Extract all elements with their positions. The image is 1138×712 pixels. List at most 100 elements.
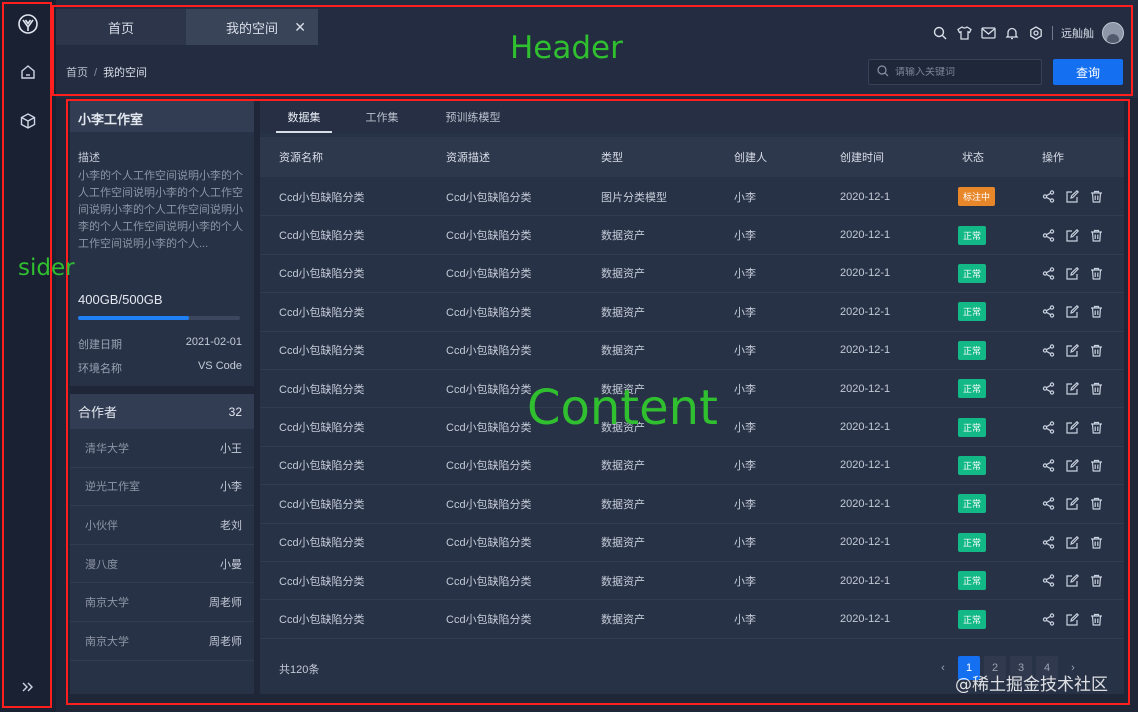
user-name[interactable]: 远舢舢 xyxy=(1061,25,1094,41)
search-icon[interactable] xyxy=(932,25,948,41)
search-input[interactable] xyxy=(895,66,1035,78)
home-icon[interactable] xyxy=(14,58,42,86)
share-icon[interactable] xyxy=(1041,535,1056,550)
tab-dataset[interactable]: 数据集 xyxy=(276,101,332,133)
delete-icon[interactable] xyxy=(1089,612,1104,627)
collaborator-row[interactable]: 漫八度 小曼 xyxy=(70,545,254,584)
table-row[interactable]: Ccd小包缺陷分类 Ccd小包缺陷分类 数据资产 小李 2020-12-1 正常 xyxy=(260,293,1124,332)
pagination-prev[interactable]: ‹ xyxy=(932,656,954,680)
double-chevron-right-icon[interactable] xyxy=(14,673,42,701)
studio-description: 小李的个人工作空间说明小李的个人工作空间说明小李的个人工作空间说明小李的个人工作… xyxy=(78,170,243,250)
edit-icon[interactable] xyxy=(1065,343,1080,358)
studio-title: 小李工作室 xyxy=(70,101,254,132)
logo-icon[interactable] xyxy=(14,10,42,38)
delete-icon[interactable] xyxy=(1089,381,1104,396)
table-row[interactable]: Ccd小包缺陷分类 Ccd小包缺陷分类 数据资产 小李 2020-12-1 正常 xyxy=(260,562,1124,601)
breadcrumb-home[interactable]: 首页 xyxy=(66,67,88,79)
breadcrumb-separator: / xyxy=(94,67,98,79)
collaborator-row[interactable]: 逆光工作室 小李 xyxy=(70,468,254,507)
share-icon[interactable] xyxy=(1041,266,1056,281)
table-cell-desc: Ccd小包缺陷分类 xyxy=(446,537,532,550)
delete-icon[interactable] xyxy=(1089,343,1104,358)
share-icon[interactable] xyxy=(1041,381,1056,396)
collaborator-row[interactable]: 南京大学 周老师 xyxy=(70,583,254,622)
tab-label: 首页 xyxy=(107,20,134,36)
edit-icon[interactable] xyxy=(1065,189,1080,204)
share-icon[interactable] xyxy=(1041,420,1056,435)
edit-icon[interactable] xyxy=(1065,228,1080,243)
status-badge: 正常 xyxy=(958,225,987,245)
table-row[interactable]: Ccd小包缺陷分类 Ccd小包缺陷分类 数据资产 小李 2020-12-1 正常 xyxy=(260,485,1124,524)
table-row[interactable]: Ccd小包缺陷分类 Ccd小包缺陷分类 数据资产 小李 2020-12-1 正常 xyxy=(260,332,1124,370)
edit-icon[interactable] xyxy=(1065,381,1080,396)
delete-icon[interactable] xyxy=(1089,266,1104,281)
edit-icon[interactable] xyxy=(1065,420,1080,435)
delete-icon[interactable] xyxy=(1089,420,1104,435)
avatar[interactable] xyxy=(1102,22,1124,44)
tab-home[interactable]: 首页 xyxy=(56,9,186,45)
edit-icon[interactable] xyxy=(1065,304,1080,319)
status-badge: 正常 xyxy=(958,379,987,399)
column-header[interactable]: 操作 xyxy=(1042,137,1064,177)
column-header[interactable]: 资源描述 xyxy=(446,137,490,177)
header-toolbar: 远舢舢 xyxy=(932,21,1124,45)
status-cell: 标注中 xyxy=(958,178,996,215)
share-icon[interactable] xyxy=(1041,343,1056,358)
share-icon[interactable] xyxy=(1041,612,1056,627)
tab-my-space[interactable]: 我的空间 ✕ xyxy=(186,9,318,45)
collaborator-org: 南京大学 xyxy=(85,597,129,610)
delete-icon[interactable] xyxy=(1089,535,1104,550)
table-cell-name: Ccd小包缺陷分类 xyxy=(279,498,365,511)
table-row[interactable]: Ccd小包缺陷分类 Ccd小包缺陷分类 图片分类模型 小李 2020-12-1 标注中 xyxy=(260,178,1124,217)
column-header[interactable]: 创建人 xyxy=(734,137,767,177)
status-badge: 正常 xyxy=(958,455,987,475)
column-header[interactable]: 创建时间 xyxy=(840,137,884,177)
bell-icon[interactable] xyxy=(1004,25,1020,41)
edit-icon[interactable] xyxy=(1065,612,1080,627)
share-icon[interactable] xyxy=(1041,304,1056,319)
content-tabs: 数据集 工作集 预训练模型 xyxy=(260,101,1124,133)
edit-icon[interactable] xyxy=(1065,458,1080,473)
delete-icon[interactable] xyxy=(1089,573,1104,588)
status-cell: 正常 xyxy=(958,255,987,292)
delete-icon[interactable] xyxy=(1089,304,1104,319)
collaborator-row[interactable]: 南京大学 周老师 xyxy=(70,622,254,661)
table-row[interactable]: Ccd小包缺陷分类 Ccd小包缺陷分类 数据资产 小李 2020-12-1 正常 xyxy=(260,216,1124,255)
delete-icon[interactable] xyxy=(1089,228,1104,243)
table-row[interactable]: Ccd小包缺陷分类 Ccd小包缺陷分类 数据资产 小李 2020-12-1 正常 xyxy=(260,255,1124,294)
edit-icon[interactable] xyxy=(1065,573,1080,588)
edit-icon[interactable] xyxy=(1065,496,1080,511)
edit-icon[interactable] xyxy=(1065,266,1080,281)
share-icon[interactable] xyxy=(1041,228,1056,243)
collaborator-org: 小伙伴 xyxy=(85,519,118,532)
tshirt-icon[interactable] xyxy=(956,25,972,41)
edit-icon[interactable] xyxy=(1065,535,1080,550)
table-cell-name: Ccd小包缺陷分类 xyxy=(279,614,365,627)
table-row[interactable]: Ccd小包缺陷分类 Ccd小包缺陷分类 数据资产 小李 2020-12-1 正常 xyxy=(260,447,1124,486)
tab-workset[interactable]: 工作集 xyxy=(354,101,410,133)
gear-icon[interactable] xyxy=(1028,25,1044,41)
delete-icon[interactable] xyxy=(1089,496,1104,511)
query-button[interactable]: 查询 xyxy=(1053,59,1123,85)
collaborator-row[interactable]: 清华大学 小王 xyxy=(70,429,254,468)
column-header[interactable]: 资源名称 xyxy=(279,137,323,177)
share-icon[interactable] xyxy=(1041,458,1056,473)
table-cell-desc: Ccd小包缺陷分类 xyxy=(446,383,532,396)
row-actions xyxy=(1041,562,1104,599)
mail-icon[interactable] xyxy=(980,25,996,41)
cube-icon[interactable] xyxy=(14,107,42,135)
row-actions xyxy=(1041,524,1104,561)
share-icon[interactable] xyxy=(1041,573,1056,588)
delete-icon[interactable] xyxy=(1089,458,1104,473)
table-row[interactable]: Ccd小包缺陷分类 Ccd小包缺陷分类 数据资产 小李 2020-12-1 正常 xyxy=(260,600,1124,639)
row-actions xyxy=(1041,255,1104,292)
column-header[interactable]: 状态 xyxy=(962,137,984,177)
delete-icon[interactable] xyxy=(1089,189,1104,204)
close-icon[interactable]: ✕ xyxy=(294,19,306,36)
collaborator-row[interactable]: 小伙伴 老刘 xyxy=(70,506,254,545)
tab-pretrained-model[interactable]: 预训练模型 xyxy=(438,101,508,133)
share-icon[interactable] xyxy=(1041,496,1056,511)
column-header[interactable]: 类型 xyxy=(601,137,623,177)
share-icon[interactable] xyxy=(1041,189,1056,204)
table-row[interactable]: Ccd小包缺陷分类 Ccd小包缺陷分类 数据资产 小李 2020-12-1 正常 xyxy=(260,524,1124,562)
